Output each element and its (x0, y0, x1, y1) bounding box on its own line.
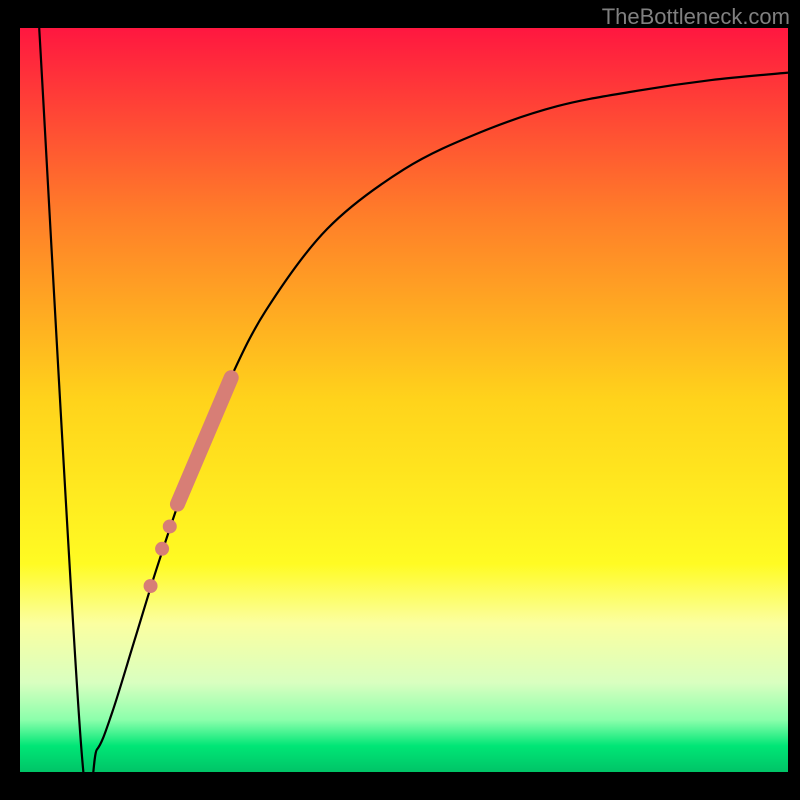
highlight-dot (155, 542, 169, 556)
highlight-dot (144, 579, 158, 593)
bottleneck-chart (0, 0, 800, 800)
chart-root: TheBottleneck.com (0, 0, 800, 800)
plot-area (20, 28, 788, 772)
watermark-text: TheBottleneck.com (602, 4, 790, 30)
highlight-dot (163, 519, 177, 533)
